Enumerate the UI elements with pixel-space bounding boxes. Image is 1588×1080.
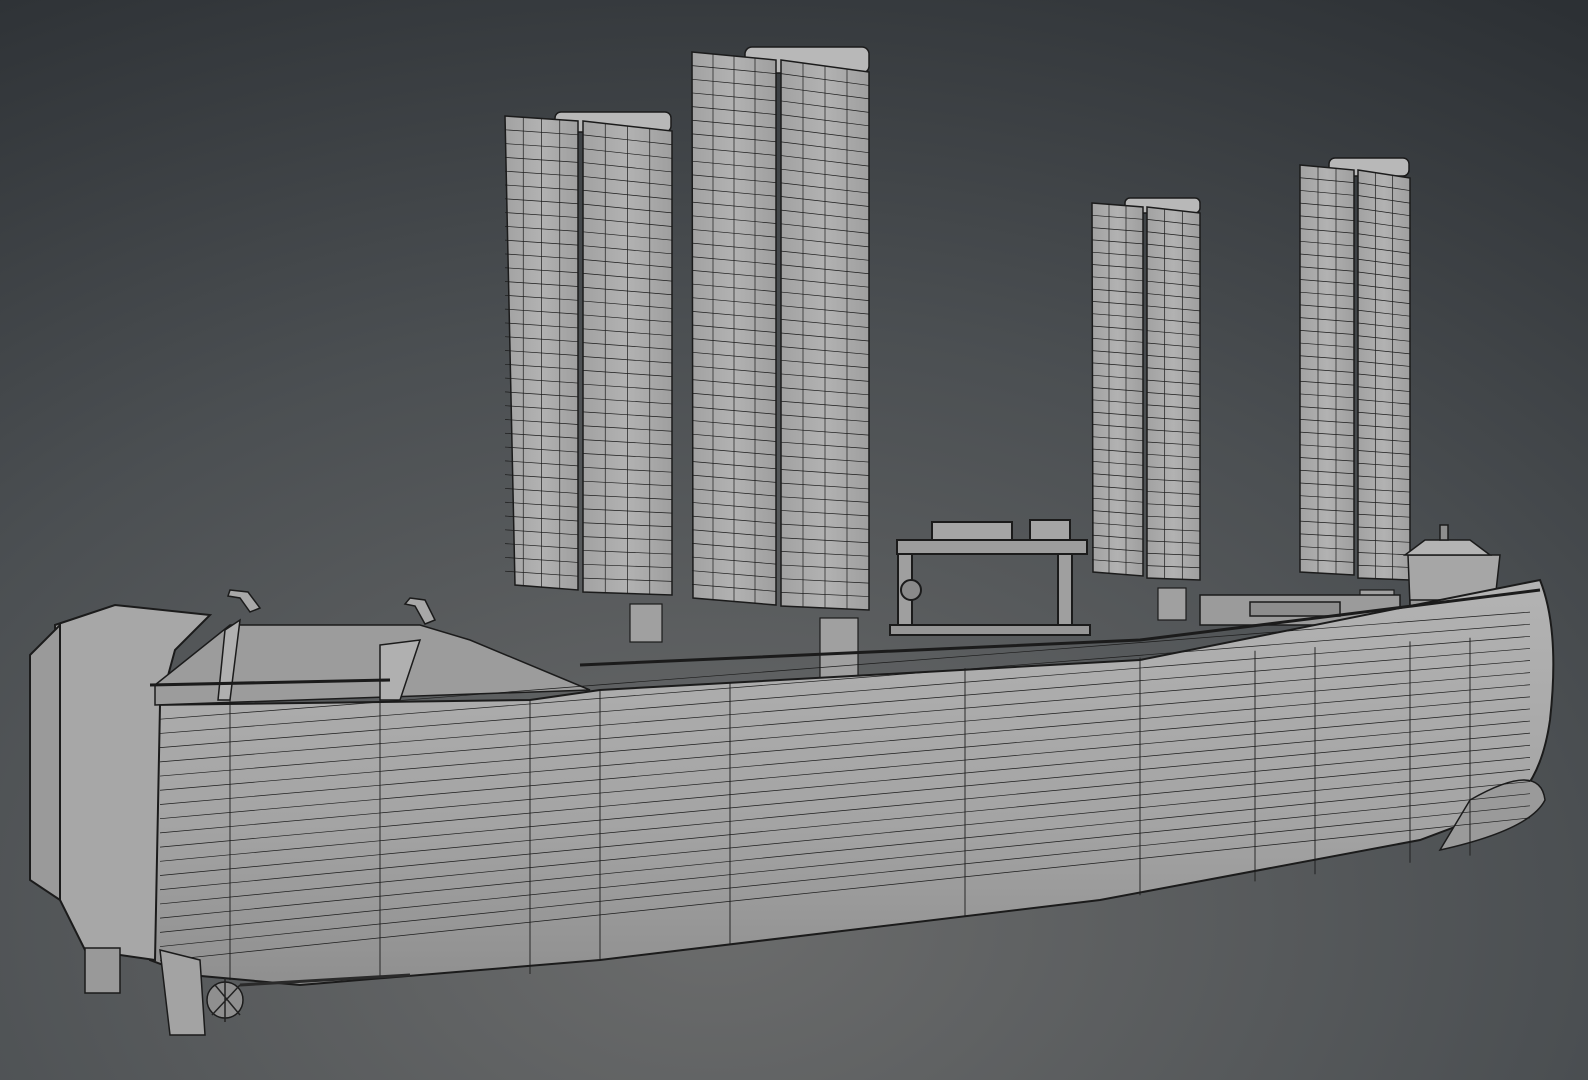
3d-viewport[interactable] (0, 0, 1588, 1080)
sail-1[interactable] (504, 111, 673, 643)
sail-3-panel-aft (1146, 206, 1201, 581)
sail-1-base (629, 603, 663, 643)
sail-3-base (1157, 587, 1187, 621)
sail-2[interactable] (691, 46, 870, 679)
sail-2-base (819, 617, 859, 679)
sail-4-panel-fore (1299, 164, 1355, 576)
viewport-canvas[interactable] (0, 0, 1588, 1080)
